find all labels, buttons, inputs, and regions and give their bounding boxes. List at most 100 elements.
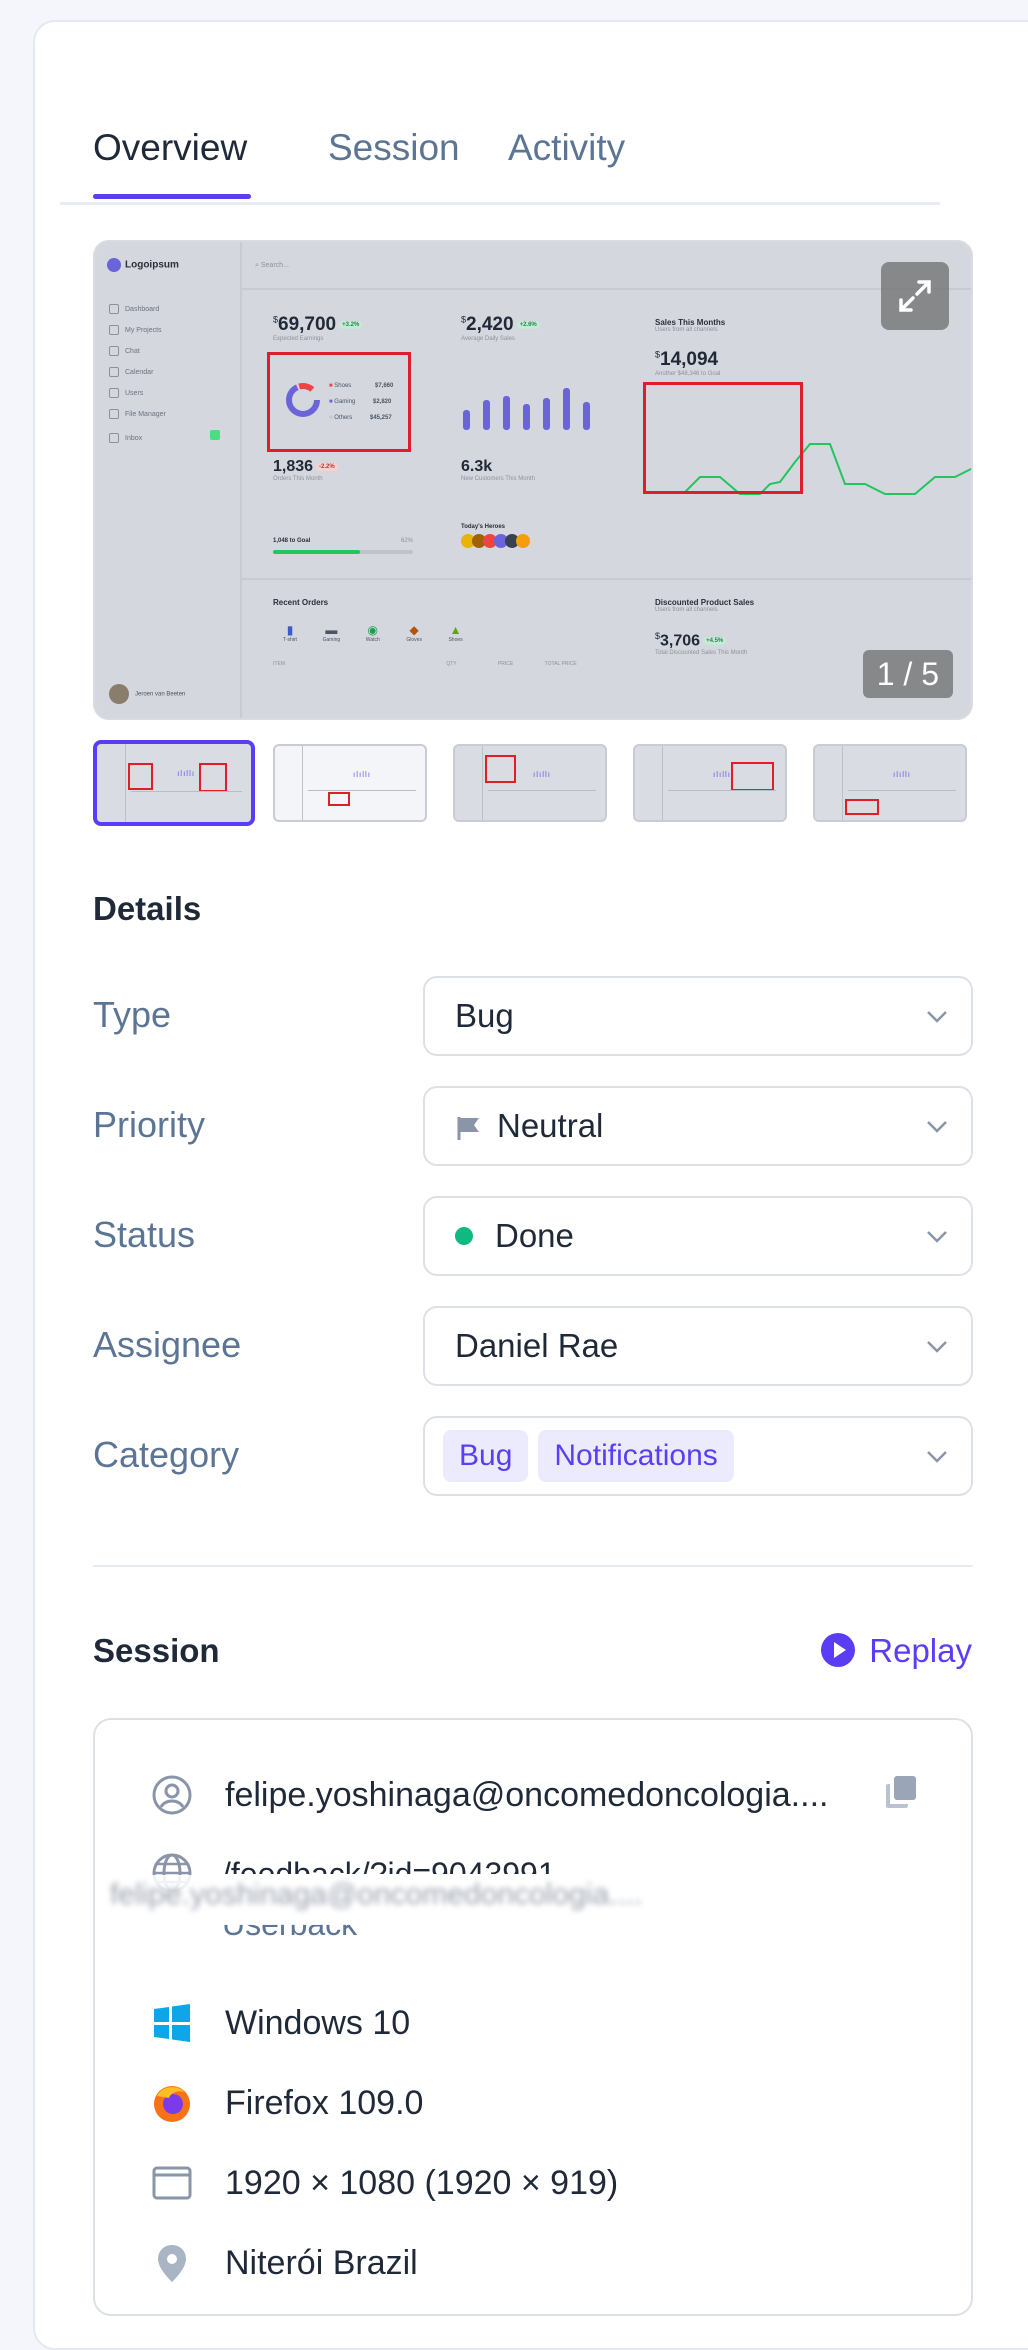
preview-sales-sub: Users from all channels xyxy=(655,327,718,333)
preview-category: ▮ T-shirt xyxy=(283,623,297,643)
preview-user: Jeroen van Beeten xyxy=(109,684,185,704)
preview-category-label: T-shirt xyxy=(283,637,297,643)
preview-sales-note: Another $48,346 to Goal xyxy=(655,371,721,377)
tab-activity[interactable]: Activity xyxy=(508,120,625,198)
session-email: felipe.yoshinaga@oncomedoncologia.... xyxy=(225,1776,829,1814)
category-select[interactable]: Bug Notifications xyxy=(423,1416,973,1496)
category-tag[interactable]: Notifications xyxy=(538,1430,734,1482)
preview-stat-value: 6.3k xyxy=(461,458,493,475)
preview-stat-pill: +2.6% xyxy=(516,320,540,329)
preview-stat-orders: 1,836 -2.2% Orders This Month xyxy=(273,458,338,482)
preview-topbar-border xyxy=(240,288,971,290)
priority-value: Neutral xyxy=(497,1107,604,1144)
preview-bar-chart xyxy=(463,388,590,430)
preview-discount-pill: +4.5% xyxy=(703,637,727,646)
preview-discount-title: Discounted Product Sales xyxy=(655,598,755,607)
preview-nav-item: Inbox xyxy=(109,430,221,444)
preview-category-label: Gaming xyxy=(322,637,341,643)
preview-table-col: PRICE xyxy=(497,661,514,667)
preview-table-col: QTY xyxy=(446,661,457,667)
thumbnail[interactable]: ılıllı xyxy=(273,744,427,822)
assignee-value: Daniel Rae xyxy=(455,1327,619,1364)
preview-avatar xyxy=(109,684,129,704)
preview-nav-item: Chat xyxy=(109,346,140,356)
preview-table-header: ITEM QTY PRICE TOTAL PRICE xyxy=(273,661,603,667)
preview-category-label: Shoes xyxy=(448,637,463,643)
category-tag[interactable]: Bug xyxy=(443,1430,529,1482)
thumbnail[interactable]: ılıllı xyxy=(813,744,967,822)
replay-label: Replay xyxy=(869,1632,972,1669)
preview-stat-earnings: $69,700 +3.2% Expected Earnings xyxy=(273,314,363,342)
preview-category: ◆ Gloves xyxy=(406,623,422,643)
preview-recent-title: Recent Orders xyxy=(273,598,329,607)
preview-logo: Logoipsum xyxy=(107,258,179,272)
preview-stat-customers: 6.3k New Customers This Month xyxy=(461,458,535,482)
copy-icon[interactable] xyxy=(880,1772,920,1812)
session-url[interactable]: /feedback/?id=9043991 xyxy=(222,1848,556,1874)
preview-sales-title: Sales This Months xyxy=(655,318,726,327)
preview-goal: 1,048 to Goal 62% xyxy=(273,538,413,554)
thumbnail[interactable]: ılıllı xyxy=(453,744,607,822)
type-select[interactable]: Bug xyxy=(423,976,973,1056)
session-url-sub: Userback xyxy=(222,1924,358,1942)
session-os: Windows 10 xyxy=(225,2004,411,2042)
preview-nav-item: File Manager xyxy=(109,409,166,419)
preview-search-text: Search... xyxy=(260,262,289,269)
preview-nav-label: My Projects xyxy=(125,326,162,334)
status-label: Status xyxy=(93,1214,196,1255)
status-dot-icon xyxy=(455,1227,473,1246)
preview-nav-item: Dashboard xyxy=(109,304,159,314)
preview-goal-label: 1,048 to Goal xyxy=(273,538,311,544)
chevron-down-icon xyxy=(927,1121,947,1133)
preview-category: ▬ Gaming xyxy=(322,623,341,643)
status-select[interactable]: Done xyxy=(423,1196,973,1276)
preview-sales-value: 14,094 xyxy=(660,349,719,370)
type-value: Bug xyxy=(455,997,514,1034)
annotation-box xyxy=(267,352,411,452)
preview-heroes-title: Today's Heroes xyxy=(461,524,505,530)
preview-divider xyxy=(240,578,971,580)
preview-search: ⌕ Search... xyxy=(255,262,289,269)
preview-category-row: ▮ T-shirt ▬ Gaming ◉ Watch ◆ Gloves ▲ Shoes xyxy=(273,623,603,643)
firefox-icon xyxy=(154,2086,190,2122)
tab-overview[interactable]: Overview xyxy=(93,120,247,198)
tab-session[interactable]: Session xyxy=(328,120,460,198)
preview-stat-label: Average Daily Sales xyxy=(461,336,515,342)
copy-tooltip-text: felipe.yoshinaga@oncomedoncologia.... xyxy=(110,1878,643,1911)
session-info-card: felipe.yoshinaga@oncomedoncologia.... Wi… xyxy=(93,1718,973,2316)
screenshot-preview[interactable]: Logoipsum Dashboard My Projects Chat Cal… xyxy=(93,240,973,720)
expand-button[interactable] xyxy=(881,262,949,330)
preview-table-col: TOTAL PRICE xyxy=(544,661,577,667)
preview-nav-item: My Projects xyxy=(109,325,162,335)
preview-sidebar: Logoipsum Dashboard My Projects Chat Cal… xyxy=(95,242,242,718)
tab-bar: Overview Session Activity xyxy=(60,120,940,205)
preview-nav-label: Calendar xyxy=(125,368,154,376)
windows-icon xyxy=(154,2004,190,2042)
priority-select[interactable]: Neutral xyxy=(423,1086,973,1166)
thumbnail[interactable]: ılıllı xyxy=(93,740,255,826)
preview-sales-block: Sales This Months Users from all channel… xyxy=(655,318,726,377)
preview-nav-item: Calendar xyxy=(109,367,153,377)
session-browser: Firefox 109.0 xyxy=(225,2084,424,2122)
preview-stat-label: New Customers This Month xyxy=(461,476,535,482)
user-circle-icon xyxy=(152,1775,192,1815)
replay-button[interactable]: Replay xyxy=(821,1632,972,1670)
preview-stat-pill: +3.2% xyxy=(339,320,363,329)
type-label: Type xyxy=(93,994,172,1035)
session-resolution: 1920 × 1080 (1920 × 919) xyxy=(225,2164,619,2202)
session-location: Niterói Brazil xyxy=(225,2244,418,2282)
priority-label: Priority xyxy=(93,1104,206,1145)
preview-stat-pill: -2.2% xyxy=(316,462,338,471)
preview-discount-label: Total Discounted Sales This Month xyxy=(655,650,748,657)
preview-discount-block: Discounted Product Sales Users from all … xyxy=(655,598,755,657)
chevron-down-icon xyxy=(927,1231,947,1243)
preview-category: ▲ Shoes xyxy=(448,623,463,643)
thumbnail[interactable]: ılıllı xyxy=(633,744,787,822)
preview-heroes: Today's Heroes xyxy=(461,524,530,553)
preview-stat-value: 2,420 xyxy=(466,314,514,335)
preview-discount-sub: Users from all channels xyxy=(655,607,718,613)
flag-icon xyxy=(457,1117,479,1141)
preview-stat-label: Orders This Month xyxy=(273,476,323,482)
assignee-select[interactable]: Daniel Rae xyxy=(423,1306,973,1386)
annotation-box xyxy=(643,382,803,494)
